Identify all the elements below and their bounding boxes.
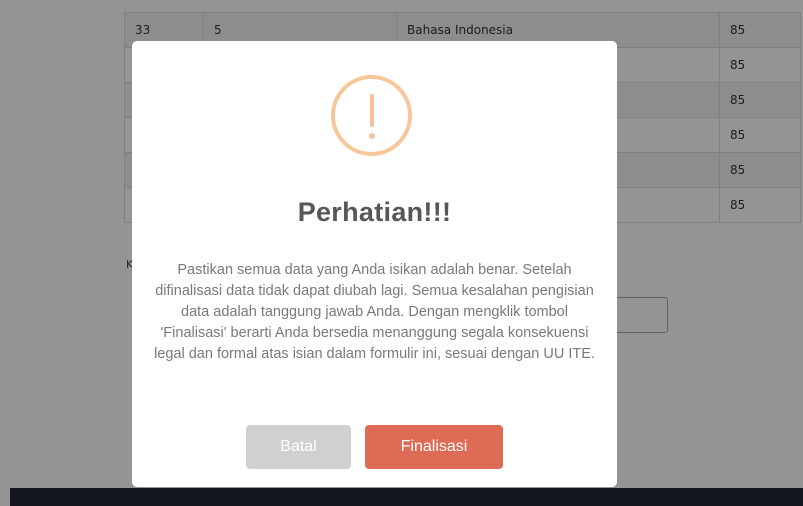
cancel-button[interactable]: Batal	[246, 425, 351, 469]
exclamation-dot	[369, 133, 375, 139]
dialog-message: Pastikan semua data yang Anda isikan ada…	[154, 262, 595, 362]
finalize-button[interactable]: Finalisasi	[365, 425, 503, 469]
page: 33 5 Bahasa Indonesia 85 85 85 85 85 85 …	[0, 0, 803, 506]
exclamation-bar	[370, 94, 374, 127]
dialog-title: Perhatian!!!	[297, 197, 452, 227]
confirmation-dialog: Perhatian!!! Pastikan semua data yang An…	[132, 41, 617, 487]
warning-exclamation-icon	[331, 75, 412, 156]
